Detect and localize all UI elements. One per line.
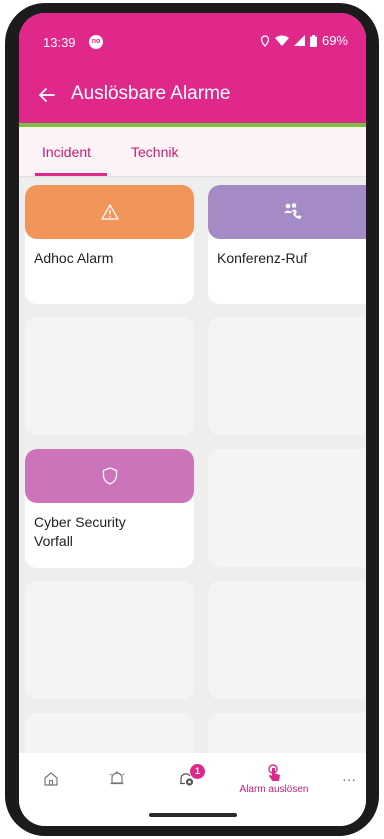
screen: 13:39 no 69% Auslösbare Alarme Incident … xyxy=(19,13,366,826)
card-label: Adhoc Alarm xyxy=(34,250,114,266)
gesture-area xyxy=(19,805,366,826)
status-icons: 69% xyxy=(260,33,348,48)
home-icon xyxy=(44,772,58,786)
card-header xyxy=(25,185,194,239)
empty-card-slot xyxy=(208,581,366,699)
home-indicator[interactable] xyxy=(149,813,237,817)
nav-alarm-ausloesen[interactable]: Alarm auslösen xyxy=(224,753,324,805)
nav-home[interactable] xyxy=(37,753,65,805)
empty-card-slot xyxy=(208,449,366,567)
tap-hand-icon xyxy=(268,763,280,781)
nav-notifications[interactable]: 1 xyxy=(169,753,205,805)
card-header xyxy=(25,449,194,503)
nav-more[interactable]: ··· xyxy=(335,753,363,805)
empty-card-slot xyxy=(25,317,194,435)
notification-count-badge: 1 xyxy=(190,764,205,779)
conference-call-icon xyxy=(283,203,301,219)
tab-bar: Incident Technik xyxy=(19,127,366,177)
empty-card-slot xyxy=(25,581,194,699)
bell-icon xyxy=(109,771,125,785)
app-bar: Auslösbare Alarme xyxy=(19,69,366,123)
nav-alarms[interactable] xyxy=(103,753,131,805)
card-label: Konferenz-Ruf xyxy=(217,250,308,266)
tab-indicator xyxy=(35,173,107,176)
page-title: Auslösbare Alarme xyxy=(71,83,231,104)
status-bar: 13:39 no 69% xyxy=(19,13,366,69)
empty-card-slot xyxy=(208,317,366,435)
tab-technik[interactable]: Technik xyxy=(131,144,178,160)
card-label: Cyber Security Vorfall xyxy=(34,514,126,549)
notification-badge-icon: no xyxy=(89,35,103,49)
signal-icon xyxy=(293,35,305,46)
card-header xyxy=(208,185,366,239)
nav-alarm-label: Alarm auslösen xyxy=(239,783,309,795)
status-time: 13:39 xyxy=(43,35,76,50)
phone-frame: 13:39 no 69% Auslösbare Alarme Incident … xyxy=(5,3,379,836)
battery-percent: 69% xyxy=(321,33,348,48)
shield-icon xyxy=(102,467,117,485)
wifi-icon xyxy=(274,35,289,46)
alarm-card-adhoc[interactable]: Adhoc Alarm xyxy=(25,185,194,304)
tab-incident[interactable]: Incident xyxy=(42,144,91,160)
alarm-card-konferenz[interactable]: Konferenz-Ruf xyxy=(208,185,366,304)
alarm-card-cyber-security[interactable]: Cyber Security Vorfall xyxy=(25,449,194,568)
back-arrow-icon[interactable] xyxy=(37,85,57,105)
bottom-navigation: 1 Alarm auslösen ··· xyxy=(19,753,366,805)
warning-icon xyxy=(100,204,119,220)
more-icon: ··· xyxy=(342,771,356,787)
alarm-grid: Adhoc Alarm Konferenz-Ruf Cyber Security… xyxy=(19,177,366,773)
location-icon xyxy=(260,34,270,47)
battery-icon xyxy=(309,34,317,47)
